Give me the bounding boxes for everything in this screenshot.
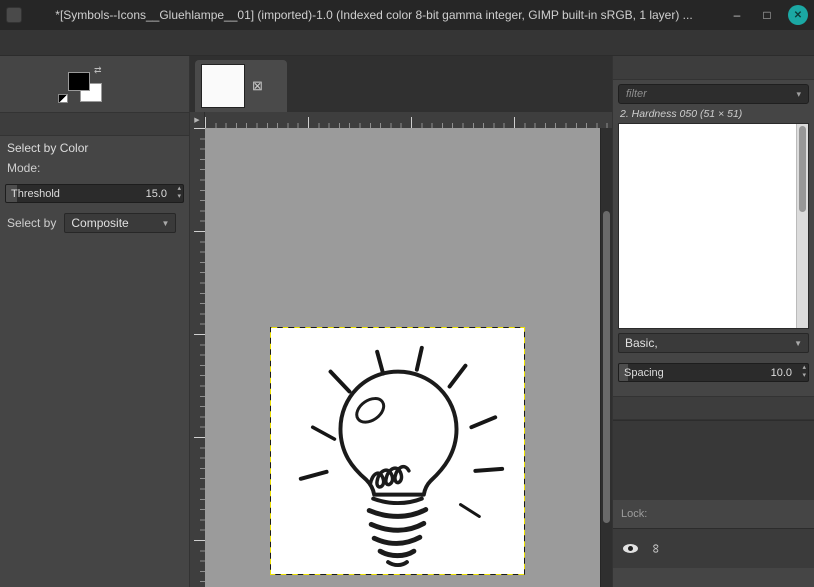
window-title: *[Symbols--Icons__Gluehlampe__01] (impor… xyxy=(28,8,720,22)
brushes-dock-tabs xyxy=(613,56,814,80)
foreground-color-swatch[interactable] xyxy=(68,72,90,91)
default-colors-icon[interactable] xyxy=(58,94,68,103)
link-icon[interactable]: ∞ xyxy=(649,544,664,553)
canvas-column: ⊠ ▶ xyxy=(190,56,612,587)
filter-placeholder: filter xyxy=(626,88,647,100)
tool-options-dock-tabs xyxy=(0,112,189,136)
brush-grid xyxy=(619,124,796,328)
window-controls: – □ ✕ xyxy=(728,5,808,25)
threshold-value: 15.0 xyxy=(146,188,167,200)
lock-row: Lock: xyxy=(613,500,814,528)
brush-scrollbar[interactable] xyxy=(796,124,808,328)
threshold-label: Threshold xyxy=(11,188,60,200)
maximize-button[interactable]: □ xyxy=(758,6,776,24)
canvas[interactable] xyxy=(270,327,525,575)
mode-label: Mode: xyxy=(7,161,40,175)
tool-options-title: Select by Color xyxy=(0,136,189,158)
brush-group-dropdown[interactable]: Basic, ▼ xyxy=(618,333,809,353)
tool-grid xyxy=(0,56,189,64)
menubar xyxy=(0,30,814,56)
canvas-vertical-scrollbar[interactable] xyxy=(600,128,612,587)
vertical-ruler xyxy=(190,128,205,587)
horizontal-ruler xyxy=(205,112,612,128)
selected-brush-label: 2. Hardness 050 (51 × 51) xyxy=(613,106,814,123)
main-area: ⇄ Select by Color Mode: Threshold 15.0 ▴… xyxy=(0,56,814,587)
app-icon xyxy=(6,7,22,23)
mode-row: Mode: xyxy=(0,158,189,178)
spacing-label: Spacing xyxy=(624,367,664,379)
threshold-slider[interactable]: Threshold 15.0 ▴▾ xyxy=(5,184,184,203)
layers-dock-tabs xyxy=(613,396,814,420)
image-tab-strip: ⊠ xyxy=(190,56,612,112)
spacing-spinner[interactable]: ▴▾ xyxy=(802,364,806,380)
chevron-down-icon: ▼ xyxy=(794,339,802,348)
brush-filter-input[interactable]: filter ▾ xyxy=(618,84,809,104)
visibility-eye-icon[interactable] xyxy=(623,544,638,553)
gimp-window: *[Symbols--Icons__Gluehlampe__01] (impor… xyxy=(0,0,814,587)
brush-action-buttons xyxy=(613,388,814,396)
toolbox-panel: ⇄ Select by Color Mode: Threshold 15.0 ▴… xyxy=(0,56,190,587)
select-by-row: Select by Composite ▼ xyxy=(0,209,189,237)
brush-group-value: Basic, xyxy=(625,336,658,350)
canvas-viewport[interactable] xyxy=(205,128,600,587)
select-by-dropdown[interactable]: Composite ▼ xyxy=(64,213,176,233)
titlebar: *[Symbols--Icons__Gluehlampe__01] (impor… xyxy=(0,0,814,30)
ruler-row: ▶ xyxy=(190,112,612,128)
threshold-spinner[interactable]: ▴▾ xyxy=(177,185,181,201)
image-tab-thumbnail xyxy=(201,64,245,108)
lightbulb-drawing xyxy=(271,328,524,574)
lock-label: Lock: xyxy=(621,508,647,520)
scrollbar-thumb[interactable] xyxy=(799,126,806,212)
canvas-body xyxy=(190,128,612,587)
layer-list xyxy=(613,420,814,500)
select-by-label: Select by xyxy=(7,216,56,230)
swap-colors-icon[interactable]: ⇄ xyxy=(94,65,102,76)
chevron-down-icon: ▼ xyxy=(161,219,169,228)
close-button[interactable]: ✕ xyxy=(788,5,808,25)
minimize-button[interactable]: – xyxy=(728,6,746,24)
chevron-down-icon: ▾ xyxy=(796,89,801,100)
spacing-slider[interactable]: Spacing 10.0 ▴▾ xyxy=(618,363,809,382)
color-swatches[interactable]: ⇄ xyxy=(66,68,112,108)
scrollbar-thumb[interactable] xyxy=(603,211,610,523)
tab-close-icon[interactable]: ⊠ xyxy=(252,78,263,94)
select-by-value: Composite xyxy=(71,216,128,230)
ruler-corner[interactable]: ▶ xyxy=(190,112,205,128)
image-tab[interactable]: ⊠ xyxy=(195,60,287,112)
layer-footer-row: ∞ xyxy=(613,528,814,568)
right-dock-panel: filter ▾ 2. Hardness 050 (51 × 51) Basic… xyxy=(612,56,814,587)
brush-grid-area xyxy=(618,123,809,329)
spacing-value: 10.0 xyxy=(771,367,792,379)
